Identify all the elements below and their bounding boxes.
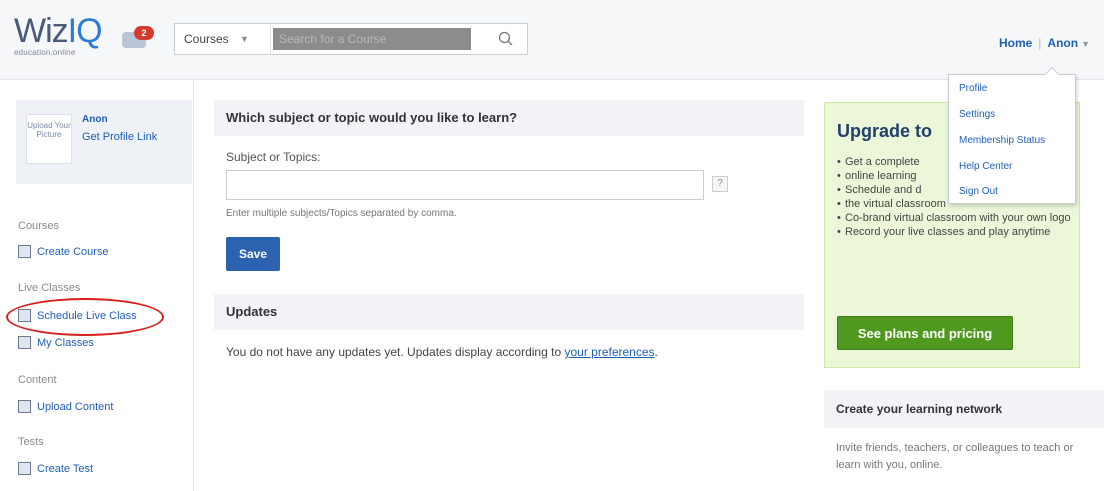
highlight-annotation bbox=[6, 298, 164, 336]
my-classes-link[interactable]: My Classes bbox=[18, 336, 94, 349]
create-course-label: Create Course bbox=[37, 245, 109, 258]
search-icon[interactable] bbox=[497, 30, 515, 48]
updates-message: You do not have any updates yet. Updates… bbox=[226, 345, 658, 359]
network-title: Create your learning network bbox=[824, 390, 1104, 428]
profile-card: Upload Your Picture Anon Get Profile Lin… bbox=[16, 100, 192, 184]
create-test-link[interactable]: Create Test bbox=[18, 462, 93, 475]
section-label-live-classes: Live Classes bbox=[18, 282, 81, 294]
see-plans-button[interactable]: See plans and pricing bbox=[837, 316, 1013, 350]
updates-tail: . bbox=[654, 345, 658, 359]
course-icon bbox=[18, 245, 31, 258]
test-icon bbox=[18, 462, 31, 475]
subject-hint: Enter multiple subjects/Topics separated… bbox=[226, 208, 457, 219]
get-profile-link[interactable]: Get Profile Link bbox=[82, 131, 157, 143]
updates-text: You do not have any updates yet. Updates… bbox=[226, 345, 565, 359]
network-description: Invite friends, teachers, or colleagues … bbox=[836, 442, 1074, 471]
section-label-courses: Courses bbox=[18, 220, 59, 232]
subject-field-label: Subject or Topics: bbox=[226, 150, 321, 164]
benefit-item-text: the virtual classroom bbox=[845, 198, 946, 210]
logo-main: Wiz bbox=[14, 12, 69, 50]
message-count-badge: 2 bbox=[134, 26, 154, 40]
benefit-item-text: online learning bbox=[845, 170, 917, 182]
section-label-content: Content bbox=[18, 374, 57, 386]
benefit-item: Co-brand virtual classroom with your own… bbox=[837, 211, 1077, 225]
search-category-select[interactable]: Courses ▼ bbox=[175, 24, 271, 54]
my-classes-label: My Classes bbox=[37, 336, 94, 349]
top-header: WizIQ education.online 2 Courses ▼ Home |… bbox=[0, 0, 1104, 80]
subject-input[interactable] bbox=[226, 170, 704, 200]
menu-item-sign-out[interactable]: Sign Out bbox=[959, 186, 998, 197]
search-bar: Courses ▼ bbox=[174, 23, 528, 55]
updates-panel-title: Updates bbox=[214, 294, 804, 330]
classes-icon bbox=[18, 336, 31, 349]
user-dropdown-menu: Profile Settings Membership Status Help … bbox=[948, 66, 1076, 204]
logo-accent: IQ bbox=[67, 12, 103, 50]
search-input[interactable] bbox=[273, 28, 471, 50]
preferences-link[interactable]: your preferences bbox=[564, 345, 654, 359]
upload-content-label: Upload Content bbox=[37, 400, 114, 413]
learn-panel-title: Which subject or topic would you like to… bbox=[214, 100, 804, 136]
messages-button[interactable]: 2 bbox=[122, 26, 154, 48]
home-link[interactable]: Home bbox=[999, 36, 1032, 50]
avatar[interactable]: Upload Your Picture bbox=[26, 114, 72, 164]
menu-item-membership[interactable]: Membership Status bbox=[959, 135, 1045, 146]
chevron-down-icon[interactable]: ▼ bbox=[1081, 39, 1090, 49]
chevron-down-icon: ▼ bbox=[240, 34, 249, 44]
upload-content-link[interactable]: Upload Content bbox=[18, 400, 113, 413]
top-nav: Home | Anon ▼ bbox=[999, 36, 1090, 50]
help-icon[interactable]: ? bbox=[712, 176, 728, 192]
menu-item-settings[interactable]: Settings bbox=[959, 109, 995, 120]
create-test-label: Create Test bbox=[37, 462, 94, 475]
save-button[interactable]: Save bbox=[226, 237, 280, 271]
profile-name[interactable]: Anon bbox=[82, 114, 108, 125]
section-label-tests: Tests bbox=[18, 436, 44, 448]
create-course-link[interactable]: Create Course bbox=[18, 245, 109, 258]
upload-icon bbox=[18, 400, 31, 413]
benefit-item: Record your live classes and play anytim… bbox=[837, 225, 1077, 239]
menu-item-profile[interactable]: Profile bbox=[959, 83, 987, 94]
user-menu-toggle[interactable]: Anon bbox=[1047, 36, 1078, 50]
search-category-label: Courses bbox=[184, 32, 229, 46]
menu-item-help[interactable]: Help Center bbox=[959, 161, 1012, 172]
left-sidebar: Upload Your Picture Anon Get Profile Lin… bbox=[0, 80, 194, 491]
nav-separator: | bbox=[1038, 36, 1042, 50]
wiziq-logo[interactable]: WizIQ education.online bbox=[14, 14, 103, 57]
upgrade-title: Upgrade to bbox=[837, 121, 933, 141]
